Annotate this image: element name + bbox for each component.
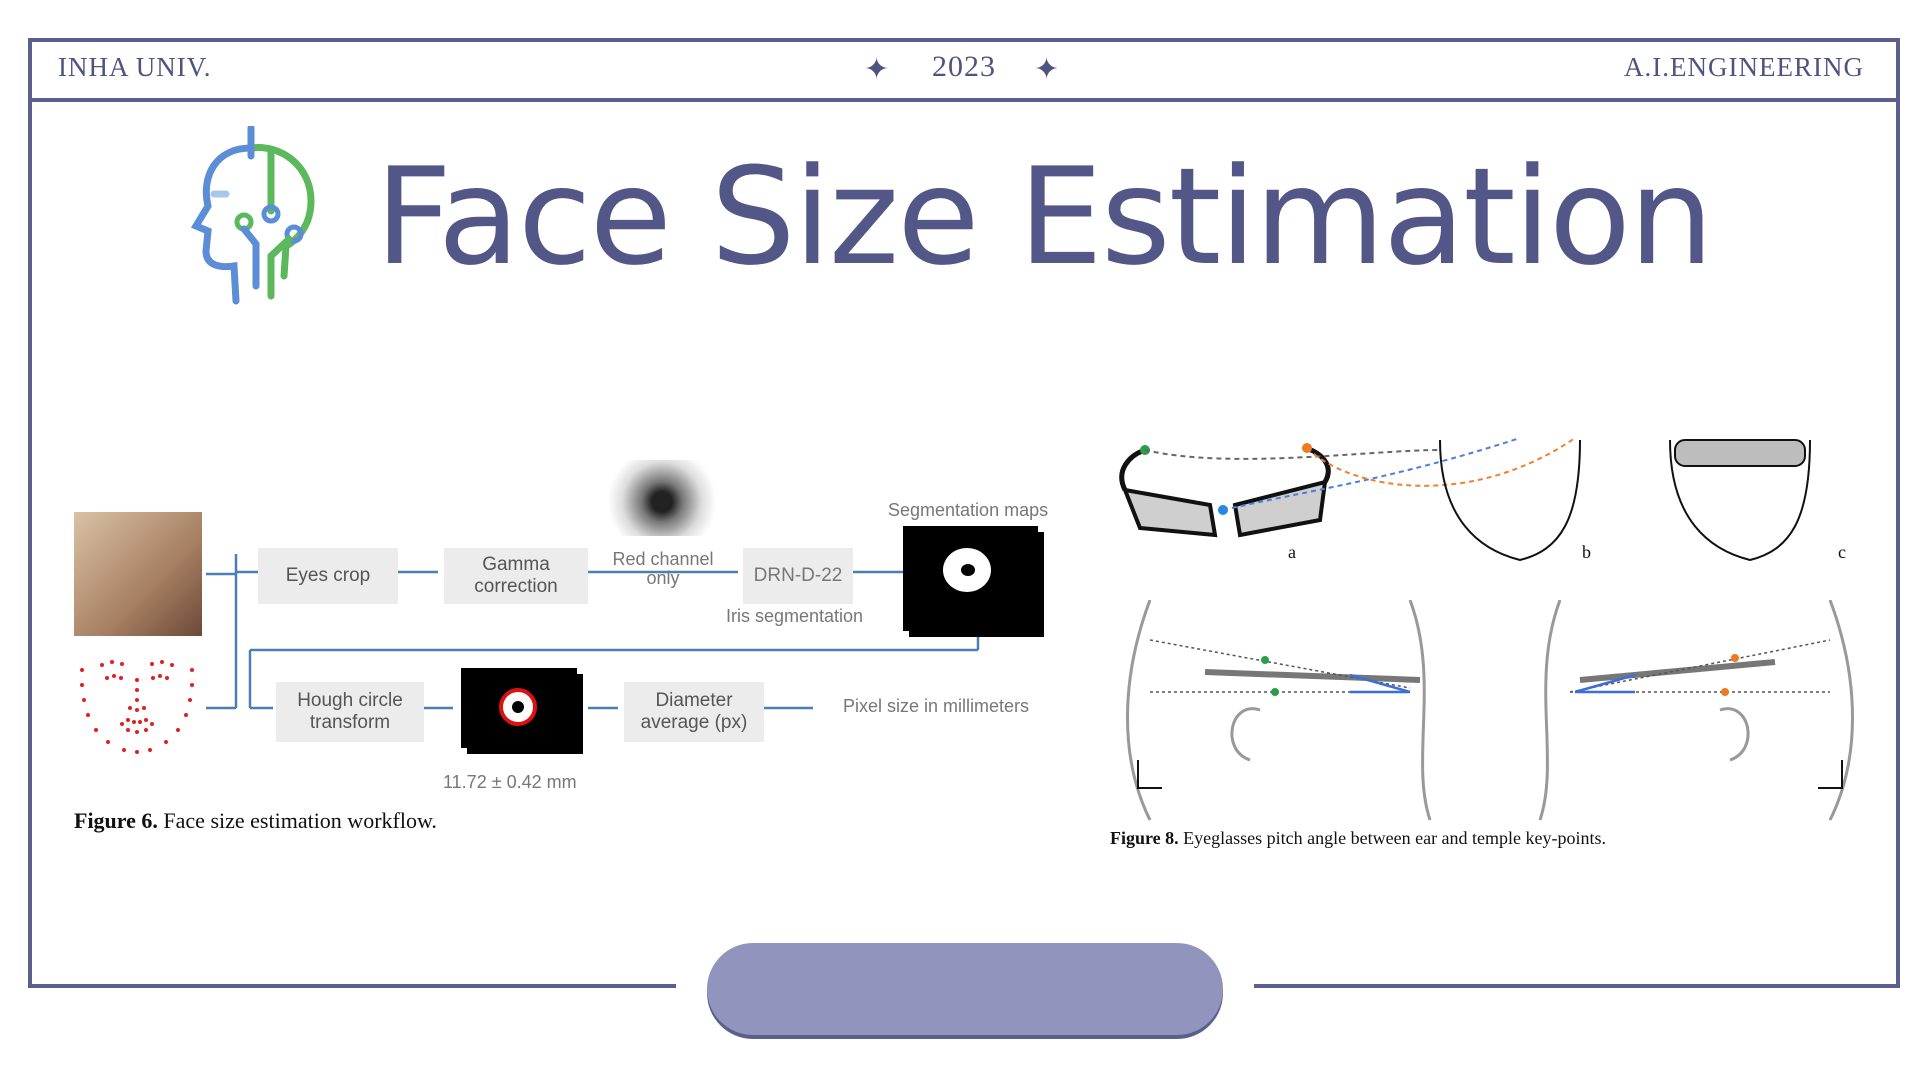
panel-a-label: a [1288, 542, 1296, 562]
caption-label: Figure 6. [74, 808, 158, 833]
header-divider [28, 98, 1900, 102]
page-title: Face Size Estimation [375, 139, 1714, 295]
hough-result-image [461, 668, 577, 748]
figure-6-caption: Figure 6. Face size estimation workflow. [74, 808, 437, 834]
star-icon: ✦ [864, 53, 890, 86]
label-red-channel: Red channel only [612, 549, 714, 588]
label-measurement: 11.72 ± 0.42 mm [443, 772, 577, 792]
footer-pill [707, 943, 1223, 1035]
star-icon: ✦ [1034, 53, 1060, 86]
step-gamma-correction: Gamma correction [444, 548, 588, 604]
segmentation-map-image [903, 526, 1038, 631]
caption-label: Figure 8. [1110, 828, 1179, 848]
panel-c-label: c [1838, 542, 1846, 562]
figure-8-caption: Figure 8. Eyeglasses pitch angle between… [1110, 828, 1606, 849]
eye-image [603, 460, 721, 536]
header-left-text: INHA UNIV. [58, 52, 212, 82]
caption-text: Eyeglasses pitch angle between ear and t… [1178, 828, 1607, 848]
figure-6: Eyes crop Gamma correction Red channel o… [58, 450, 1068, 840]
caption-text: Face size estimation workflow. [157, 808, 437, 833]
pitch-angle-diagram [1126, 600, 1854, 821]
ai-head-circuit-icon [190, 126, 315, 305]
step-drn: DRN-D-22 [743, 548, 853, 604]
header-year: 2023 [932, 50, 996, 83]
step-diameter-average: Diameter average (px) [624, 682, 764, 742]
header-right-text: A.I.ENGINEERING [1624, 52, 1864, 82]
label-iris-segmentation: Iris segmentation [726, 606, 864, 626]
step-hough-circle: Hough circle transform [276, 682, 424, 742]
step-eyes-crop: Eyes crop [258, 548, 398, 604]
label-segmentation-maps: Segmentation maps [888, 500, 1049, 520]
panel-b-label: b [1582, 542, 1591, 562]
figure-8: a b c Figure 8. Eyeglasses pitch angle b… [1110, 410, 1870, 860]
glasses-diagram [1119, 437, 1811, 562]
label-pixel-size: Pixel size in millimeters [843, 696, 1030, 716]
